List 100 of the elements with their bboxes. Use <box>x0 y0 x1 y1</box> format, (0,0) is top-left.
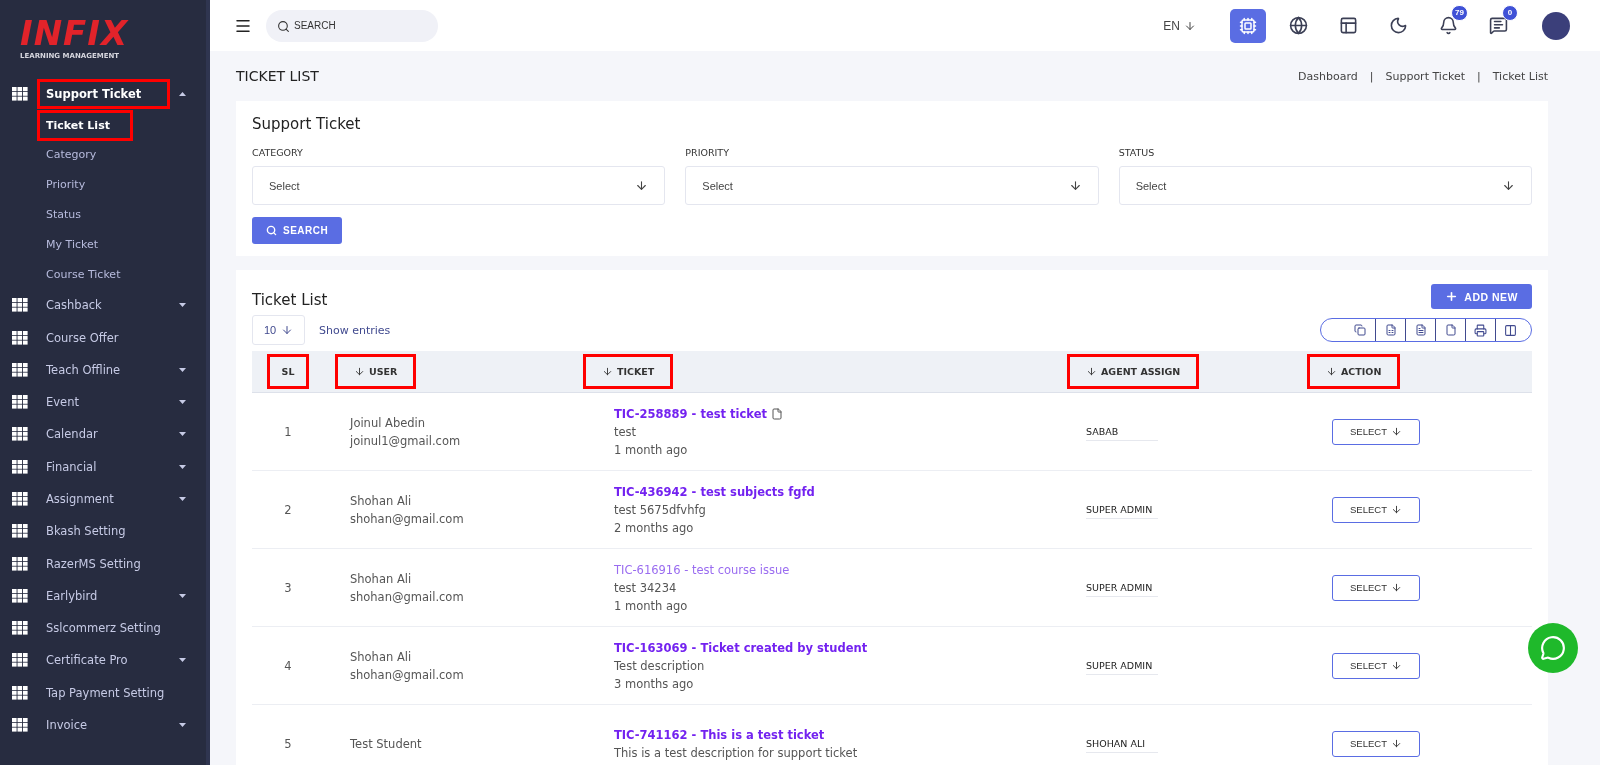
caret-icon <box>179 400 186 405</box>
column-header[interactable]: TICKET <box>586 357 671 386</box>
add-new-button[interactable]: ADD NEW <box>1431 284 1532 309</box>
arrow-down-icon <box>281 324 294 336</box>
ticket-description: test 5675dfvhfg <box>614 502 707 517</box>
file-icon <box>1444 324 1457 336</box>
user-email: shohan@gmail.com <box>350 511 465 526</box>
logo-title: INFIX <box>20 16 130 50</box>
select-field[interactable]: Select <box>252 166 666 205</box>
sidebar-item[interactable]: Calendar <box>40 422 167 447</box>
copy-icon <box>1354 324 1366 336</box>
sidebar-item[interactable]: Support Ticket <box>40 82 167 107</box>
page-size-select[interactable]: 10 <box>252 315 305 345</box>
breadcrumb-link[interactable]: Ticket List <box>1492 69 1548 83</box>
select-button[interactable]: SELECT <box>1332 730 1420 757</box>
select-button[interactable]: SELECT <box>1332 574 1420 601</box>
user-name: Shohan Ali <box>350 571 413 586</box>
row-number: 4 <box>284 658 292 673</box>
sidebar-item[interactable]: RazerMS Setting <box>40 551 186 576</box>
user-name: Test Student <box>350 736 423 751</box>
grid-icon <box>12 330 28 345</box>
column-header[interactable]: ACTION <box>1310 357 1398 386</box>
ticket-link[interactable]: TIC-741162 - This is a test ticket <box>614 727 1076 742</box>
grid-icon <box>12 87 28 102</box>
search-field[interactable]: SEARCH <box>266 9 438 42</box>
select-button[interactable]: SELECT <box>1332 418 1420 445</box>
sidebar-item[interactable]: Teach Offline <box>40 357 167 382</box>
sidebar-subitem[interactable]: Status <box>40 203 88 227</box>
caret-icon <box>179 593 186 598</box>
sidebar-item[interactable]: Bkash Setting <box>40 519 186 544</box>
breadcrumb-link[interactable]: Dashboard <box>1298 69 1358 83</box>
arrow-down-icon <box>635 179 649 192</box>
user-email: joinul1@gmail.com <box>350 433 462 448</box>
sidebar-item[interactable]: Assignment <box>40 487 167 511</box>
chip-button[interactable] <box>1230 8 1266 43</box>
user-email: shohan@gmail.com <box>350 589 465 604</box>
ticket-time: 3 months ago <box>614 676 695 691</box>
select-button[interactable]: SELECT <box>1332 652 1420 679</box>
caret-icon <box>179 464 186 469</box>
arrow-down-icon <box>1391 738 1402 749</box>
search-button[interactable]: SEARCH <box>252 217 343 244</box>
message-count: 0 <box>1502 4 1518 21</box>
sidebar-item[interactable]: Certificate Pro <box>40 648 167 673</box>
sidebar-item[interactable]: Event <box>40 390 167 415</box>
sort-icon <box>602 366 613 377</box>
globe-icon <box>1288 16 1308 35</box>
grid-icon <box>12 556 28 571</box>
document-icon <box>1414 324 1427 336</box>
caret-icon <box>179 367 186 372</box>
sidebar-subitem[interactable]: Priority <box>40 173 92 197</box>
moon-icon <box>1388 16 1408 35</box>
breadcrumb-link[interactable]: Support Ticket <box>1385 69 1465 83</box>
avatar[interactable] <box>1542 11 1570 40</box>
ticket-description: Test description <box>614 658 706 673</box>
sort-icon <box>1326 366 1337 377</box>
sidebar-item[interactable]: Financial <box>40 454 167 479</box>
sidebar-subitem[interactable]: Course Ticket <box>40 262 127 286</box>
sidebar-item[interactable]: Course Offer <box>40 325 186 350</box>
select-field[interactable]: Select <box>685 166 1099 205</box>
page-title: TICKET LIST <box>236 68 319 84</box>
row-number: 2 <box>284 502 292 517</box>
ticket-link[interactable]: TIC-163069 - Ticket created by student <box>614 640 1076 655</box>
user-name: Joinul Abedin <box>350 415 427 430</box>
grid-icon <box>12 718 28 733</box>
show-entries-label: Show entries <box>319 323 391 337</box>
grid-icon <box>12 685 28 700</box>
grid-icon <box>12 524 28 539</box>
language-select[interactable]: EN <box>1157 17 1202 34</box>
columns-icon <box>1504 323 1517 337</box>
sidebar-item[interactable]: Tap Payment Setting <box>40 680 186 705</box>
grid-icon <box>12 427 28 442</box>
grid-icon <box>12 621 28 636</box>
sidebar-item[interactable]: Earlybird <box>40 583 167 608</box>
sidebar-item[interactable]: Cashback <box>40 293 167 318</box>
ticket-link[interactable]: TIC-436942 - test subjects fgfd <box>614 484 1076 499</box>
agent-name: SUPER ADMIN <box>1086 500 1158 519</box>
ticket-link[interactable]: TIC-258889 - test ticket <box>614 406 1076 421</box>
select-field[interactable]: Select <box>1118 166 1532 205</box>
arrow-down-icon <box>1391 504 1402 515</box>
caret-icon <box>179 497 186 501</box>
column-header[interactable]: USER <box>338 357 414 386</box>
bell-icon <box>1438 16 1458 35</box>
select-button[interactable]: SELECT <box>1332 496 1420 523</box>
field-label: PRIORITY <box>685 147 730 158</box>
ticket-link[interactable]: TIC-616916 - test course issue <box>614 562 1076 577</box>
sort-icon <box>354 366 365 377</box>
sidebar-subitem[interactable]: Category <box>40 143 103 167</box>
grid-icon <box>12 362 28 377</box>
column-header[interactable]: SL <box>269 357 307 386</box>
chat-bubble-icon <box>1540 635 1566 661</box>
column-header[interactable]: AGENT ASSIGN <box>1070 357 1197 386</box>
caret-icon <box>179 92 186 97</box>
ticket-time: 1 month ago <box>614 598 689 613</box>
user-name: Shohan Ali <box>350 493 413 508</box>
breadcrumb-separator: | <box>1477 69 1481 83</box>
sidebar-item[interactable]: Sslcommerz Setting <box>40 616 186 641</box>
sidebar-subitem[interactable]: Ticket List <box>40 112 130 138</box>
sidebar-subitem[interactable]: My Ticket <box>40 232 105 256</box>
sidebar-item[interactable]: Invoice <box>40 713 167 738</box>
grid-icon <box>12 492 28 506</box>
